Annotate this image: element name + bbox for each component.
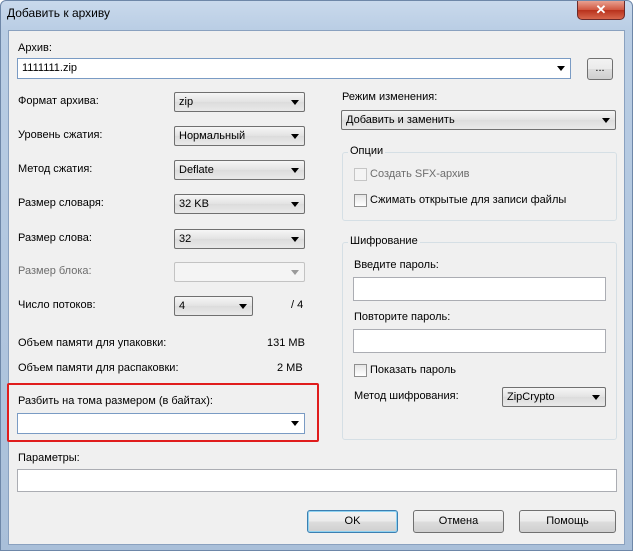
mem-pack-value: 131 MB <box>267 337 305 349</box>
chevron-down-icon <box>291 100 299 105</box>
chevron-down-icon <box>592 395 600 400</box>
chevron-down-icon <box>291 168 299 173</box>
close-icon: ✕ <box>595 2 607 17</box>
shared-files-checkbox[interactable] <box>354 194 367 207</box>
split-label: Разбить на тома размером (в байтах): <box>18 395 213 407</box>
update-mode-value: Добавить и заменить <box>346 114 455 126</box>
chevron-down-icon <box>291 270 299 275</box>
archive-label: Архив: <box>18 42 52 54</box>
level-select[interactable]: Нормальный <box>174 126 305 146</box>
method-label: Метод сжатия: <box>18 163 93 175</box>
level-label: Уровень сжатия: <box>18 129 103 141</box>
format-select[interactable]: zip <box>174 92 305 112</box>
shared-files-label: Сжимать открытые для записи файлы <box>370 194 567 206</box>
title-bar[interactable]: Добавить к архиву ✕ <box>1 1 632 27</box>
encryption-method-select[interactable]: ZipCrypto <box>502 387 606 407</box>
encryption-title: Шифрование <box>348 235 420 247</box>
encryption-method-value: ZipCrypto <box>507 391 555 403</box>
block-label: Размер блока: <box>18 265 92 277</box>
mem-unpack-value: 2 MB <box>277 362 303 374</box>
chevron-down-icon <box>291 237 299 242</box>
format-label: Формат архива: <box>18 95 99 107</box>
threads-label: Число потоков: <box>18 299 96 311</box>
window-title: Добавить к архиву <box>7 6 110 20</box>
options-title: Опции <box>348 145 386 157</box>
dialog-window: Добавить к архиву ✕ Архив: 1111111.zip .… <box>0 0 633 551</box>
sfx-label: Создать SFX-архив <box>370 168 470 180</box>
archive-path-value: 1111111.zip <box>22 62 78 74</box>
method-select[interactable]: Deflate <box>174 160 305 180</box>
dict-label: Размер словаря: <box>18 197 104 209</box>
dialog-client: Архив: 1111111.zip ... Формат архива: zi… <box>7 30 625 545</box>
level-value: Нормальный <box>179 130 246 142</box>
browse-button[interactable]: ... <box>587 58 613 80</box>
chevron-down-icon <box>602 118 610 123</box>
mem-unpack-label: Объем памяти для распаковки: <box>18 362 179 374</box>
chevron-down-icon <box>291 421 299 426</box>
threads-max: / 4 <box>291 299 304 311</box>
repeat-password-input[interactable] <box>353 329 606 353</box>
params-label: Параметры: <box>18 452 80 464</box>
options-group <box>342 152 617 221</box>
show-password-label: Показать пароль <box>370 364 457 376</box>
params-input[interactable] <box>17 469 617 492</box>
show-password-checkbox[interactable] <box>354 364 367 377</box>
ok-button[interactable]: OK <box>307 510 398 533</box>
archive-path-combo[interactable]: 1111111.zip <box>17 58 571 79</box>
repeat-password-label: Повторите пароль: <box>354 311 451 323</box>
encryption-method-label: Метод шифрования: <box>354 390 459 402</box>
chevron-down-icon <box>557 66 565 71</box>
block-select <box>174 262 305 282</box>
password-label: Введите пароль: <box>354 259 439 271</box>
word-label: Размер слова: <box>18 232 92 244</box>
method-value: Deflate <box>179 164 214 176</box>
chevron-down-icon <box>291 202 299 207</box>
word-value: 32 <box>179 233 192 245</box>
help-button[interactable]: Помощь <box>519 510 616 533</box>
mem-pack-label: Объем памяти для упаковки: <box>18 337 167 349</box>
password-input[interactable] <box>353 277 606 301</box>
cancel-button[interactable]: Отмена <box>413 510 504 533</box>
close-button[interactable]: ✕ <box>577 1 625 20</box>
sfx-checkbox <box>354 168 367 181</box>
split-combo[interactable] <box>17 413 305 434</box>
threads-select[interactable]: 4 <box>174 296 253 316</box>
format-value: zip <box>179 96 194 108</box>
update-mode-label: Режим изменения: <box>342 91 438 103</box>
dict-value: 32 KB <box>179 198 209 210</box>
word-select[interactable]: 32 <box>174 229 305 249</box>
update-mode-select[interactable]: Добавить и заменить <box>341 110 616 130</box>
threads-value: 4 <box>179 300 186 312</box>
chevron-down-icon <box>291 134 299 139</box>
dict-select[interactable]: 32 KB <box>174 194 305 214</box>
chevron-down-icon <box>239 304 247 309</box>
